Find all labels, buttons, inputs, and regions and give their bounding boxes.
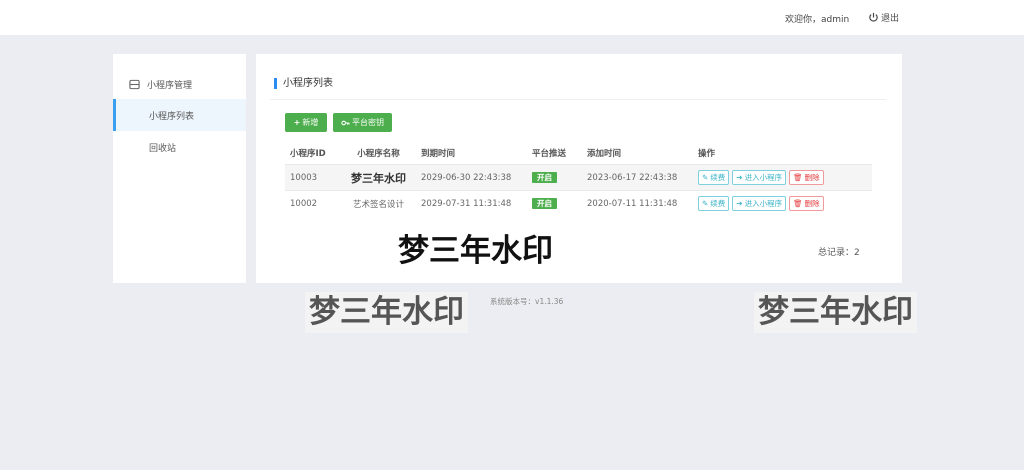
enter-label: 进入小程序 [744,173,783,182]
col-expire: 到期时间 [421,149,456,159]
main-panel: 小程序列表 + 新增 平台密钥 小程序ID 小程序名称 到期时间 平台推送 添加… [256,54,902,283]
delete-label: 删除 [804,199,820,208]
cell-id: 10002 [290,198,318,209]
arrow-right-icon: ➔ [736,173,743,182]
platform-key-label: 平台密钥 [352,118,384,127]
arrow-right-icon: ➔ [736,199,743,208]
cell-name: 梦三年水印 [351,171,406,185]
watermark: 梦三年水印 [305,292,468,333]
table-header: 小程序ID 小程序名称 到期时间 平台推送 添加时间 操作 [285,142,872,164]
renew-label: 续费 [710,173,726,182]
delete-button[interactable]: 🗑 删除 [789,170,824,185]
renew-label: 续费 [710,199,726,208]
welcome-text: 欢迎你，admin [785,15,850,25]
key-icon [341,120,350,125]
total-records: 总记录：2 [818,248,860,258]
delete-label: 删除 [804,173,820,182]
col-id: 小程序ID [290,149,326,159]
renew-button[interactable]: ✎ 续费 [698,170,730,185]
watermark: 梦三年水印 [398,233,553,269]
logout-button[interactable]: 退出 [868,11,899,24]
renew-button[interactable]: ✎ 续费 [698,196,730,211]
cell-added: 2020-07-11 11:31:48 [587,198,678,209]
miniprogram-table: 小程序ID 小程序名称 到期时间 平台推送 添加时间 操作 10003 梦三年水… [285,142,872,216]
version-text: 系统版本号：v1.1.36 [490,297,564,306]
sidebar-item-label: 小程序列表 [149,111,195,122]
col-actions: 操作 [698,149,716,159]
cell-expire: 2029-06-30 22:43:38 [421,172,512,183]
status-badge: 开启 [532,198,557,209]
add-button[interactable]: + 新增 [285,113,327,132]
platform-key-button[interactable]: 平台密钥 [333,113,392,132]
watermark: 梦三年水印 [754,292,917,333]
logout-label: 退出 [881,14,900,24]
sidebar: 小程序管理 小程序列表 回收站 [113,54,246,283]
status-badge: 开启 [532,172,557,183]
table-row: 10002 艺术签名设计 2029-07-31 11:31:48 开启 2020… [285,190,872,216]
server-icon [129,79,140,89]
cell-added: 2023-06-17 22:43:38 [587,172,678,183]
trash-icon: 🗑 [793,173,803,182]
sidebar-item-list[interactable]: 小程序列表 [113,99,246,131]
enter-miniprogram-button[interactable]: ➔ 进入小程序 [732,196,787,211]
trash-icon: 🗑 [793,199,803,208]
sidebar-group-miniprogram[interactable]: 小程序管理 [113,69,246,99]
plus-icon: + [293,118,301,127]
cell-actions: ✎ 续费 ➔ 进入小程序 🗑 删除 [694,170,872,185]
cell-push: 开启 [528,198,583,209]
enter-miniprogram-button[interactable]: ➔ 进入小程序 [732,170,787,185]
sidebar-group-label: 小程序管理 [147,80,193,91]
divider [270,99,886,100]
pencil-icon: ✎ [702,199,709,208]
table-row: 10003 梦三年水印 2029-06-30 22:43:38 开启 2023-… [285,164,872,190]
cell-expire: 2029-07-31 11:31:48 [421,198,512,209]
top-bar: 欢迎你，admin 退出 [0,0,1024,35]
delete-button[interactable]: 🗑 删除 [789,196,824,211]
cell-id: 10003 [290,172,318,183]
col-name: 小程序名称 [357,149,400,159]
add-button-label: 新增 [302,118,319,127]
enter-label: 进入小程序 [744,199,783,208]
sidebar-item-recycle[interactable]: 回收站 [113,131,246,163]
col-added: 添加时间 [587,149,622,159]
page-title: 小程序列表 [274,78,333,89]
cell-actions: ✎ 续费 ➔ 进入小程序 🗑 删除 [694,196,872,211]
pencil-icon: ✎ [702,173,709,182]
cell-name: 艺术签名设计 [352,199,404,210]
power-icon [869,12,878,22]
sidebar-item-label: 回收站 [149,143,177,154]
cell-push: 开启 [528,172,583,183]
col-push: 平台推送 [532,149,567,159]
